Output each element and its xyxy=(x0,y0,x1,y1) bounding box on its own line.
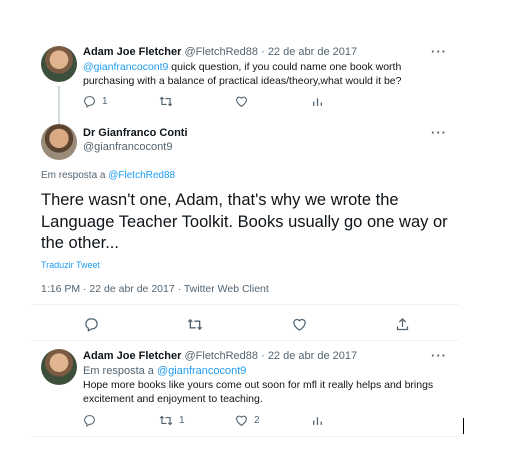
reply-prefix: Em resposta a xyxy=(83,365,157,377)
reply-prefix: Em resposta a xyxy=(41,170,109,181)
reply-button[interactable] xyxy=(84,317,99,332)
tweet-text: There wasn't one, Adam, that's why we wr… xyxy=(41,191,448,252)
tweet-header: Adam Joe Fletcher @FletchRed88 · 22 de a… xyxy=(83,350,357,362)
like-button[interactable]: 2 xyxy=(235,414,311,427)
share-icon xyxy=(396,317,409,331)
tweet-header: Adam Joe Fletcher @FletchRed88 · 22 de a… xyxy=(83,46,357,58)
retweet-count: 1 xyxy=(179,415,185,426)
mention-link[interactable]: @gianfrancocont9 xyxy=(83,61,168,73)
reply-count: 1 xyxy=(102,96,108,107)
tweet-actions: 1 2 xyxy=(83,414,324,427)
reply-icon xyxy=(85,318,98,332)
like-button[interactable] xyxy=(235,95,311,108)
translate-link[interactable]: Traduzir Tweet xyxy=(41,260,100,270)
like-button[interactable] xyxy=(292,317,307,332)
tweet-actions: 1 xyxy=(83,95,324,108)
more-options-icon[interactable]: ··· xyxy=(431,348,447,363)
tweet-handle-row: @gianfrancocont9 xyxy=(83,141,172,153)
analytics-icon xyxy=(313,417,322,425)
tweet-date[interactable]: · 22 de abr de 2017 xyxy=(261,46,357,58)
heart-icon xyxy=(236,415,247,427)
author-name[interactable]: Adam Joe Fletcher xyxy=(83,46,181,58)
like-count: 2 xyxy=(254,415,260,426)
divider xyxy=(31,340,459,341)
tweet-text: @gianfrancocont9 quick question, if you … xyxy=(83,61,453,88)
tweet-actions xyxy=(84,317,410,332)
reply-context: Em resposta a @gianfrancocont9 xyxy=(83,365,246,377)
analytics-button[interactable] xyxy=(311,95,324,108)
reply-to-link[interactable]: @gianfrancocont9 xyxy=(157,365,246,377)
retweet-button[interactable]: 1 xyxy=(159,414,235,427)
more-options-icon[interactable]: ··· xyxy=(431,44,447,59)
analytics-button[interactable] xyxy=(311,414,324,427)
tweet-date[interactable]: · 22 de abr de 2017 xyxy=(261,350,357,362)
avatar[interactable] xyxy=(41,349,77,385)
avatar[interactable] xyxy=(41,46,77,82)
avatar[interactable] xyxy=(41,124,77,160)
author-name[interactable]: Adam Joe Fletcher xyxy=(83,350,181,362)
text-cursor xyxy=(463,418,464,434)
retweet-icon xyxy=(159,96,173,107)
reply-icon xyxy=(84,415,95,427)
author-handle[interactable]: @gianfrancocont9 xyxy=(83,141,172,153)
tweet-header: Dr Gianfranco Conti xyxy=(83,127,188,139)
divider xyxy=(31,436,459,437)
retweet-icon xyxy=(188,318,203,331)
reply-context: Em resposta a @FletchRed88 xyxy=(41,170,175,181)
analytics-icon xyxy=(313,98,322,106)
tweet-meta[interactable]: 1:16 PM · 22 de abr de 2017 · Twitter We… xyxy=(41,283,269,295)
reply-button[interactable] xyxy=(83,414,159,427)
retweet-button[interactable] xyxy=(159,95,235,108)
tweet-text: Hope more books like yours come out soon… xyxy=(83,379,434,405)
heart-icon xyxy=(236,96,247,108)
reply-icon xyxy=(84,96,95,108)
reply-button[interactable]: 1 xyxy=(83,95,159,108)
more-options-icon[interactable]: ··· xyxy=(431,125,447,140)
divider xyxy=(31,304,459,305)
retweet-button[interactable] xyxy=(187,317,203,332)
author-name[interactable]: Dr Gianfranco Conti xyxy=(83,127,188,139)
author-handle[interactable]: @FletchRed88 xyxy=(184,46,258,58)
retweet-icon xyxy=(159,415,173,426)
reply-to-link[interactable]: @FletchRed88 xyxy=(108,170,175,181)
heart-icon xyxy=(292,318,306,331)
author-handle[interactable]: @FletchRed88 xyxy=(184,350,258,362)
share-button[interactable] xyxy=(395,317,410,332)
